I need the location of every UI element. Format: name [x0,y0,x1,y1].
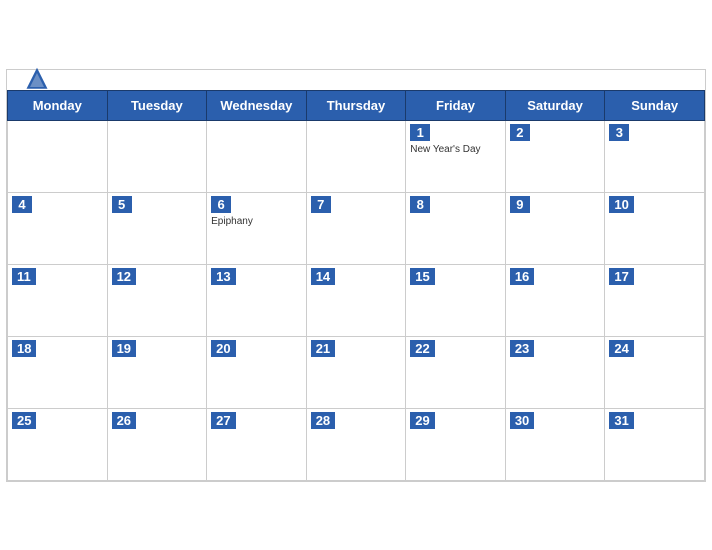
day-number: 3 [609,124,629,141]
day-number: 14 [311,268,335,285]
day-number: 8 [410,196,430,213]
logo [23,66,55,94]
day-number: 26 [112,412,136,429]
calendar-cell: 14 [306,264,406,336]
calendar-cell: 5 [107,192,207,264]
calendar-cell: 24 [605,336,705,408]
day-number: 9 [510,196,530,213]
calendar-cell: 19 [107,336,207,408]
logo-icon [23,66,51,94]
day-number: 25 [12,412,36,429]
week-row-3: 11 12 13 14 15 16 17 [8,264,705,336]
week-row-1: 1 New Year's Day 2 3 [8,120,705,192]
calendar-cell: 25 [8,408,108,480]
weekday-header-row: MondayTuesdayWednesdayThursdayFridaySatu… [8,90,705,120]
calendar-cell: 12 [107,264,207,336]
calendar-cell: 2 [505,120,605,192]
day-number: 29 [410,412,434,429]
calendar-cell: 26 [107,408,207,480]
day-number: 24 [609,340,633,357]
calendar-cell [107,120,207,192]
day-number: 28 [311,412,335,429]
calendar-cell [8,120,108,192]
day-number: 19 [112,340,136,357]
calendar-cell: 4 [8,192,108,264]
calendar-cell: 6 Epiphany [207,192,307,264]
calendar-cell: 30 [505,408,605,480]
calendar-cell [207,120,307,192]
calendar-cell: 3 [605,120,705,192]
day-number: 23 [510,340,534,357]
weekday-tuesday: Tuesday [107,90,207,120]
holiday-label: New Year's Day [410,144,501,155]
calendar-cell: 13 [207,264,307,336]
week-row-4: 18 19 20 21 22 23 24 [8,336,705,408]
calendar-cell: 27 [207,408,307,480]
day-number: 16 [510,268,534,285]
holiday-label: Epiphany [211,216,302,227]
week-row-5: 25 26 27 28 29 30 31 [8,408,705,480]
calendar-cell: 28 [306,408,406,480]
day-number: 22 [410,340,434,357]
calendar-container: MondayTuesdayWednesdayThursdayFridaySatu… [6,69,706,482]
day-number: 6 [211,196,231,213]
day-number: 1 [410,124,430,141]
calendar-cell: 7 [306,192,406,264]
day-number: 18 [12,340,36,357]
weekday-sunday: Sunday [605,90,705,120]
calendar-cell [306,120,406,192]
calendar-cell: 17 [605,264,705,336]
weekday-friday: Friday [406,90,506,120]
day-number: 4 [12,196,32,213]
day-number: 7 [311,196,331,213]
day-number: 13 [211,268,235,285]
day-number: 21 [311,340,335,357]
day-number: 31 [609,412,633,429]
calendar-cell: 9 [505,192,605,264]
day-number: 5 [112,196,132,213]
weekday-thursday: Thursday [306,90,406,120]
day-number: 30 [510,412,534,429]
calendar-cell: 23 [505,336,605,408]
day-number: 27 [211,412,235,429]
day-number: 17 [609,268,633,285]
day-number: 12 [112,268,136,285]
weekday-saturday: Saturday [505,90,605,120]
weekday-monday: Monday [8,90,108,120]
day-number: 20 [211,340,235,357]
calendar-cell: 18 [8,336,108,408]
week-row-2: 4 5 6 Epiphany 7 8 9 10 [8,192,705,264]
calendar-header [7,70,705,90]
calendar-cell: 16 [505,264,605,336]
calendar-cell: 10 [605,192,705,264]
weekday-wednesday: Wednesday [207,90,307,120]
calendar-table: MondayTuesdayWednesdayThursdayFridaySatu… [7,90,705,481]
day-number: 11 [12,268,36,285]
calendar-cell: 20 [207,336,307,408]
calendar-cell: 1 New Year's Day [406,120,506,192]
calendar-cell: 15 [406,264,506,336]
day-number: 15 [410,268,434,285]
calendar-cell: 11 [8,264,108,336]
calendar-cell: 8 [406,192,506,264]
calendar-cell: 22 [406,336,506,408]
day-number: 10 [609,196,633,213]
calendar-cell: 21 [306,336,406,408]
calendar-cell: 29 [406,408,506,480]
day-number: 2 [510,124,530,141]
calendar-cell: 31 [605,408,705,480]
